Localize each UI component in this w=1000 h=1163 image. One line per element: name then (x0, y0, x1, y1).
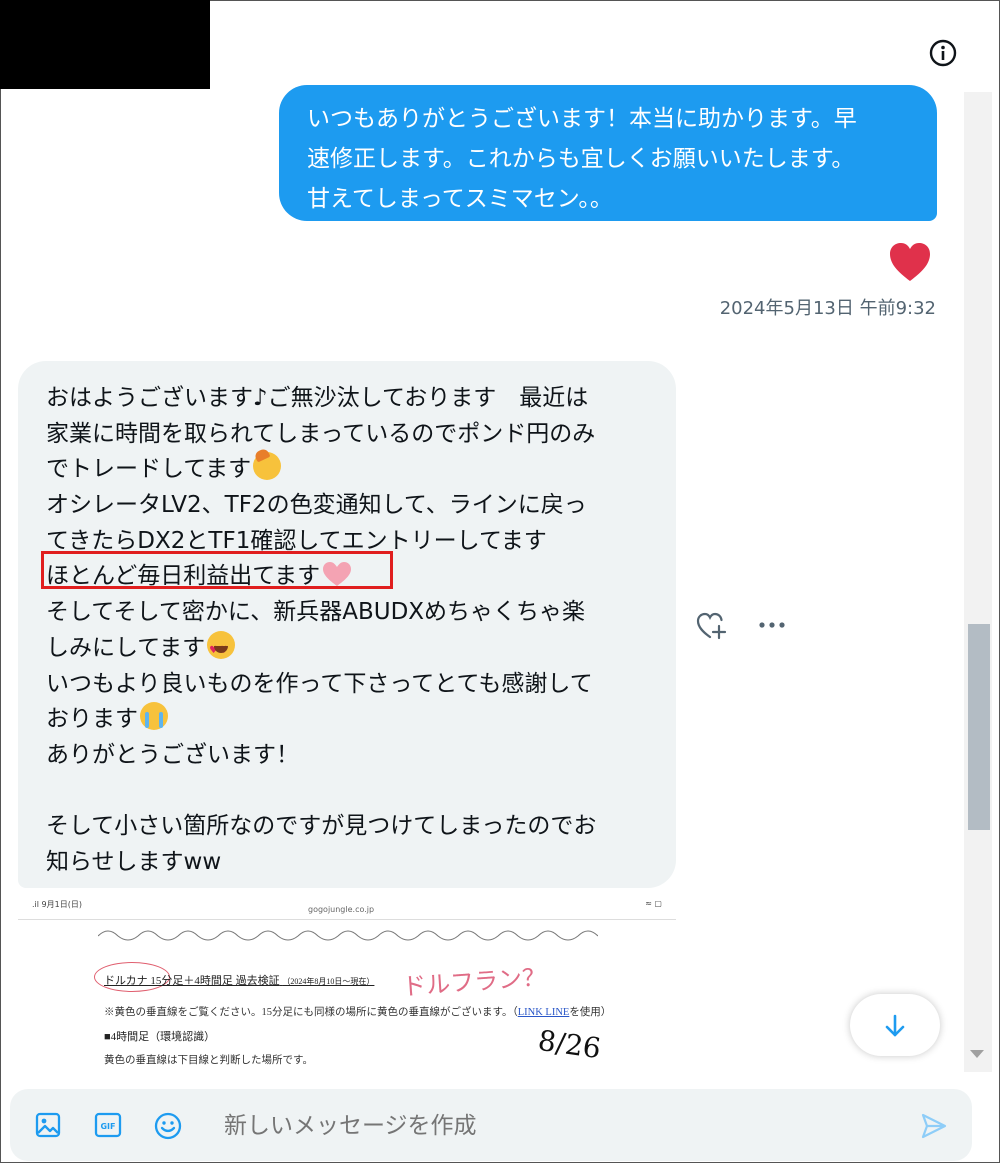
emoji-icon[interactable] (153, 1111, 182, 1140)
message-composer: GIF (10, 1089, 972, 1161)
redacted-header-area (0, 0, 210, 89)
more-icon[interactable] (757, 614, 789, 636)
scrollbar-track[interactable] (964, 92, 992, 1072)
add-reaction-icon[interactable] (696, 611, 728, 641)
ornament-border (98, 930, 598, 941)
attachment-document: ドルカナ 15分足＋4時間足 過去検証 （2024年8月10日～現在） ドルフラ… (18, 919, 676, 1075)
sent-message-line: いつもありがとうございます！本当に助かります。早 (307, 106, 857, 132)
message-input[interactable] (224, 1109, 904, 1143)
sent-message-line: 甘えてしまってスミマセン。。 (307, 186, 613, 212)
received-message-line: いつもより良いものを作って下さってとても感謝して (46, 670, 593, 697)
send-icon[interactable] (920, 1112, 948, 1140)
scrollbar-down-arrow[interactable] (970, 1050, 984, 1058)
document-note: ※黄色の垂直線をご覧ください。15分足にも同様の場所に黄色の垂直線がございます。… (104, 1007, 612, 1018)
received-message-bubble[interactable]: おはようございます♪ご無沙汰しております 最近は 家業に時間を取られてしまってい… (18, 361, 676, 888)
sent-message-line: 速修正します。これからも宜しくお願いいたします。 (307, 146, 855, 172)
attachment-status-bar: .il 9月1日(日) gogojungle.co.jp ≈ ▢ (18, 893, 676, 919)
received-message-line: 家業に時間を取られてしまっているのでポンド円のみ (46, 420, 596, 447)
document-body-text: 黄色の垂直線は下目線と判断した場所です。 (104, 1055, 313, 1066)
sent-message-bubble[interactable]: いつもありがとうございます！本当に助かります。早 速修正します。これからも宜しく… (279, 85, 937, 221)
attachment-status-left: .il 9月1日(日) (32, 900, 82, 909)
received-message-line: そしてそして密かに、新兵器ABUDXめちゃくちゃ楽 (46, 599, 586, 626)
document-section-title: ■4時間足（環境認識） (104, 1031, 216, 1043)
image-attachment[interactable]: .il 9月1日(日) gogojungle.co.jp ≈ ▢ ドルカナ 15… (18, 893, 676, 1075)
attachment-status-right: ≈ ▢ (645, 899, 662, 908)
received-message-line: でトレードしてます (46, 452, 652, 488)
document-title: ドルカナ 15分足＋4時間足 過去検証 （2024年8月10日～現在） (104, 975, 375, 987)
received-message-line: おります (46, 702, 652, 738)
received-message-blank-line (46, 774, 652, 810)
handwritten-date: 8/26 (536, 1023, 603, 1066)
gif-icon[interactable]: GIF (94, 1111, 122, 1139)
saluting-face-icon (253, 452, 282, 481)
handwritten-note: ドルフラン？ (401, 963, 547, 1001)
red-highlight-box (41, 551, 393, 589)
message-timestamp: 2024年5月13日 午前9:32 (719, 298, 936, 319)
received-message-line: しみにしてます (46, 630, 652, 669)
received-message-line: オシレータLV2、TF2の色変通知して、ラインに戻っ (46, 492, 587, 519)
crying-face-icon (140, 702, 168, 731)
received-message-line: そして小さい箇所なのですが見つけてしまったのでお (46, 813, 597, 840)
heart-reaction-icon[interactable] (888, 241, 932, 283)
scroll-to-bottom-button[interactable] (850, 994, 940, 1056)
received-message-line: おはようございます♪ご無沙汰しております 最近は (46, 385, 589, 411)
heart-eyes-face-icon (207, 630, 236, 669)
attachment-url: gogojungle.co.jp (308, 905, 375, 914)
image-icon[interactable] (34, 1111, 62, 1139)
scrollbar-thumb[interactable] (968, 624, 990, 830)
received-message-line: 知らせしますww (46, 848, 222, 875)
arrow-down-icon (885, 1014, 905, 1037)
received-message-line: ありがとうございます！ (46, 741, 299, 768)
svg-text:GIF: GIF (100, 1122, 115, 1131)
info-icon[interactable] (926, 36, 960, 70)
